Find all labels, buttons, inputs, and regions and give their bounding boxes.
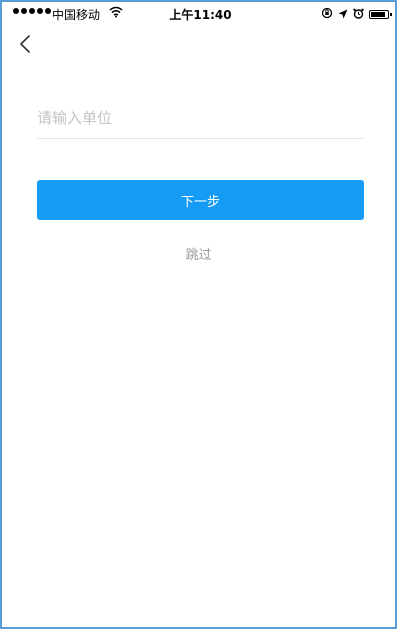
battery-icon xyxy=(369,10,392,19)
back-button[interactable] xyxy=(14,32,38,56)
status-right-icons xyxy=(321,7,392,22)
orientation-lock-icon xyxy=(321,7,333,22)
status-bar: 中国移动 上午11:40 xyxy=(4,4,397,26)
screen-frame: 中国移动 上午11:40 请输入单位 下一步 跳过 xyxy=(0,0,397,629)
next-step-button[interactable]: 下一步 xyxy=(37,180,364,220)
skip-link[interactable]: 跳过 xyxy=(2,244,395,263)
alarm-icon xyxy=(353,8,364,22)
location-arrow-icon xyxy=(338,8,348,22)
chevron-left-icon xyxy=(20,35,30,53)
unit-field xyxy=(37,100,364,139)
unit-input[interactable] xyxy=(37,100,364,136)
